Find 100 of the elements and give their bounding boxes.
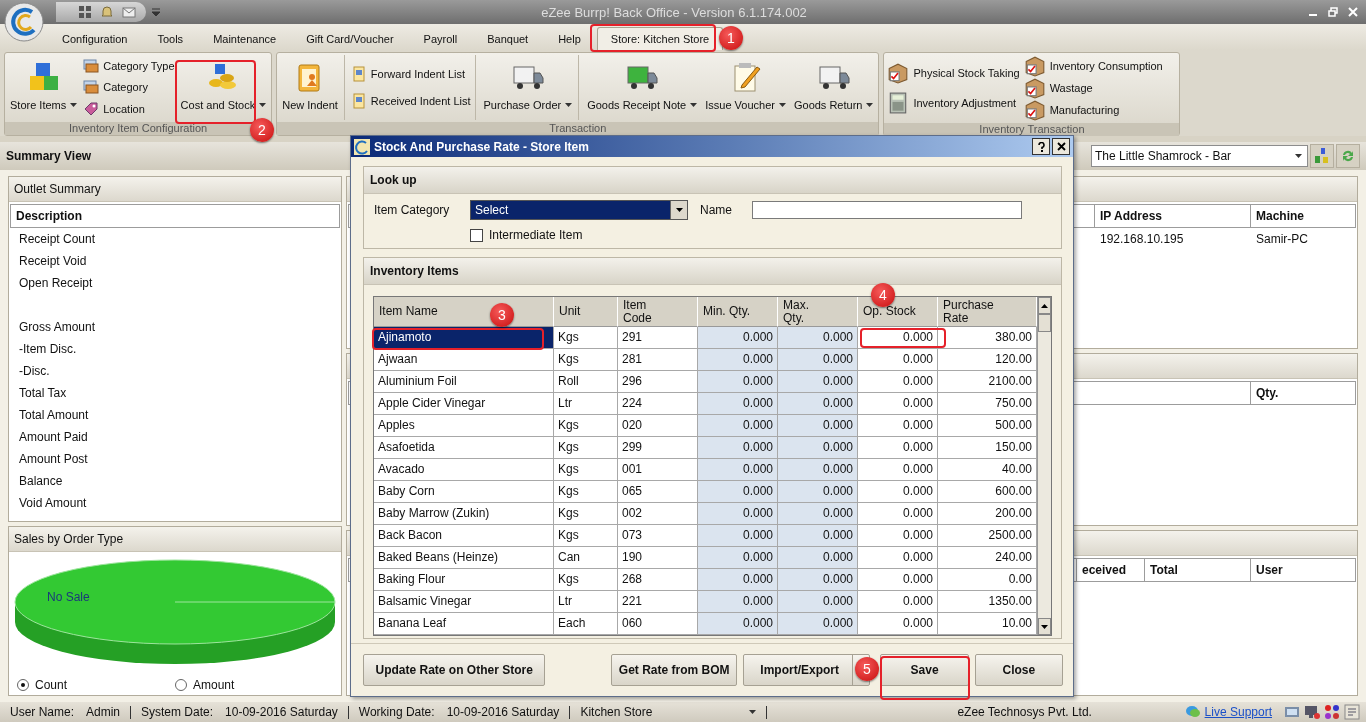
table-cell: Can bbox=[554, 547, 618, 569]
ribbon-button[interactable]: Category bbox=[83, 79, 175, 96]
name-field[interactable] bbox=[752, 201, 1022, 219]
ribbon-button[interactable]: Location bbox=[83, 101, 175, 118]
table-cell: 0.000 bbox=[778, 349, 858, 371]
status-value: 10-09-2016 Saturday bbox=[445, 705, 561, 719]
scroll-thumb[interactable] bbox=[1038, 314, 1051, 332]
table-cell: 0.000 bbox=[698, 327, 778, 349]
ribbon-button[interactable]: Category Type bbox=[83, 57, 175, 74]
table-cell: 0.000 bbox=[858, 613, 938, 635]
mail-icon[interactable] bbox=[122, 5, 136, 19]
scroll-down-button[interactable] bbox=[1038, 618, 1051, 635]
table-cell[interactable]: Baby Marrow (Zukin) bbox=[374, 503, 554, 525]
pie-label: No Sale bbox=[47, 590, 90, 604]
menu-tab[interactable]: Tools bbox=[143, 27, 198, 50]
category-dropdown[interactable]: Select bbox=[470, 200, 688, 220]
table-cell: 0.000 bbox=[858, 371, 938, 393]
table-cell: 150.00 bbox=[938, 437, 1037, 459]
table-cell: 0.000 bbox=[698, 459, 778, 481]
menu-tab[interactable]: Maintenance bbox=[199, 27, 291, 50]
table-cell: 299 bbox=[618, 437, 698, 459]
table-cell: 0.000 bbox=[698, 437, 778, 459]
window-title: eZee Burrp! Back Office - Version 6.1.174.002 bbox=[540, 4, 808, 20]
ribbon-button[interactable]: New Indent bbox=[280, 58, 340, 117]
table-cell: 002 bbox=[618, 503, 698, 525]
table-cell[interactable]: Aluminium Foil bbox=[374, 371, 554, 393]
ribbon-button[interactable]: Inventory Adjustment bbox=[887, 91, 1020, 114]
table-cell: 0.000 bbox=[778, 503, 858, 525]
table-cell[interactable]: Avacado bbox=[374, 459, 554, 481]
panel-title: Outlet Summary bbox=[9, 177, 341, 202]
ribbon-button[interactable]: Received Indent List bbox=[350, 93, 471, 109]
customize-icon[interactable] bbox=[152, 8, 160, 16]
caret-icon bbox=[675, 208, 683, 212]
radio-option[interactable]: Amount bbox=[175, 678, 333, 692]
table-cell[interactable]: Apples bbox=[374, 415, 554, 437]
close-button[interactable] bbox=[1052, 138, 1070, 155]
table-cell: Ltr bbox=[554, 393, 618, 415]
table-cell[interactable]: Banana Leaf bbox=[374, 613, 554, 635]
dots-icon[interactable] bbox=[1324, 704, 1340, 720]
menu-tab[interactable]: Store: Kitchen Store bbox=[596, 27, 724, 50]
table-cell[interactable]: Back Bacon bbox=[374, 525, 554, 547]
table-cell[interactable]: Ajwaan bbox=[374, 349, 554, 371]
table-cell: 073 bbox=[618, 525, 698, 547]
dialog-button[interactable]: Get Rate from BOM bbox=[611, 654, 737, 686]
monitor-icon[interactable] bbox=[1304, 704, 1320, 720]
intermediate-checkbox[interactable]: Intermediate Item bbox=[470, 228, 752, 242]
ribbon-button[interactable]: Issue Voucher bbox=[703, 58, 788, 117]
ribbon-button[interactable]: Goods Return bbox=[791, 58, 876, 117]
table-cell: Ltr bbox=[554, 591, 618, 613]
table-cell: 0.000 bbox=[778, 525, 858, 547]
ribbon-button[interactable]: Cost and Stock bbox=[178, 58, 269, 117]
ribbon-button[interactable]: Physical Stock Taking bbox=[887, 62, 1020, 85]
tag-icon bbox=[83, 101, 100, 118]
table-cell[interactable]: Apple Cider Vinegar bbox=[374, 393, 554, 415]
menu-tab[interactable]: Help bbox=[544, 27, 595, 50]
ribbon-button[interactable]: Goods Receipt Note bbox=[585, 58, 700, 117]
table-cell: Kgs bbox=[554, 459, 618, 481]
bell-icon[interactable] bbox=[100, 5, 114, 19]
restore-icon[interactable] bbox=[1328, 7, 1338, 17]
outlet-dropdown[interactable]: The Little Shamrock - Bar bbox=[1091, 145, 1308, 167]
menu-tab[interactable]: Gift Card/Voucher bbox=[292, 27, 408, 50]
summary-row-text: Receipt Void bbox=[18, 253, 88, 270]
table-cell: 0.000 bbox=[778, 481, 858, 503]
table-cell[interactable]: Baked Beans (Heinze) bbox=[374, 547, 554, 569]
help-button[interactable] bbox=[1032, 138, 1050, 155]
dialog-button[interactable]: Update Rate on Other Store bbox=[363, 654, 546, 686]
ribbon-button[interactable]: Store Items bbox=[8, 58, 80, 117]
ribbon-button[interactable]: Purchase Order bbox=[481, 58, 575, 117]
menu-tab[interactable]: Payroll bbox=[409, 27, 472, 50]
menu-tab[interactable]: Configuration bbox=[48, 27, 142, 50]
down-arrow-icon bbox=[1041, 624, 1048, 629]
refresh-icon bbox=[1340, 148, 1356, 164]
dialog-button[interactable]: Close bbox=[974, 654, 1063, 686]
scrollbar[interactable] bbox=[1037, 297, 1051, 635]
table-cell: Kgs bbox=[554, 525, 618, 547]
document-icon bbox=[350, 66, 367, 82]
company-name: eZee Technosys Pvt. Ltd. bbox=[956, 705, 1093, 719]
table-cell[interactable]: Baking Flour bbox=[374, 569, 554, 591]
ribbon-button[interactable]: Inventory Consumption bbox=[1023, 55, 1163, 77]
panel-title: Inventory Items bbox=[364, 258, 1061, 285]
tray-icon[interactable] bbox=[1284, 704, 1300, 720]
grid-icon[interactable] bbox=[78, 5, 92, 19]
dialog-button[interactable]: Save bbox=[880, 654, 969, 686]
store-dropdown[interactable]: Kitchen Store bbox=[574, 705, 763, 719]
menu-tab[interactable]: Banquet bbox=[473, 27, 543, 50]
ribbon-button[interactable]: Wastage bbox=[1023, 77, 1163, 99]
ribbon-button[interactable]: Manufacturing bbox=[1023, 99, 1163, 121]
table-cell: Kgs bbox=[554, 415, 618, 437]
radio-option[interactable]: Count bbox=[17, 678, 175, 692]
table-cell[interactable]: Asafoetida bbox=[374, 437, 554, 459]
table-cell[interactable]: Baby Corn bbox=[374, 481, 554, 503]
table-cell[interactable]: Balsamic Vinegar bbox=[374, 591, 554, 613]
scroll-up-button[interactable] bbox=[1038, 297, 1051, 314]
ribbon-button[interactable]: Forward Indent List bbox=[350, 66, 471, 82]
cubes-icon bbox=[27, 60, 60, 93]
close-icon bbox=[1056, 142, 1066, 151]
summary-row-text: Balance bbox=[18, 473, 64, 490]
table-cell[interactable]: Ajinamoto bbox=[374, 327, 554, 349]
close-icon[interactable] bbox=[1348, 7, 1358, 17]
live-support-link[interactable]: Live Support bbox=[1204, 705, 1272, 719]
